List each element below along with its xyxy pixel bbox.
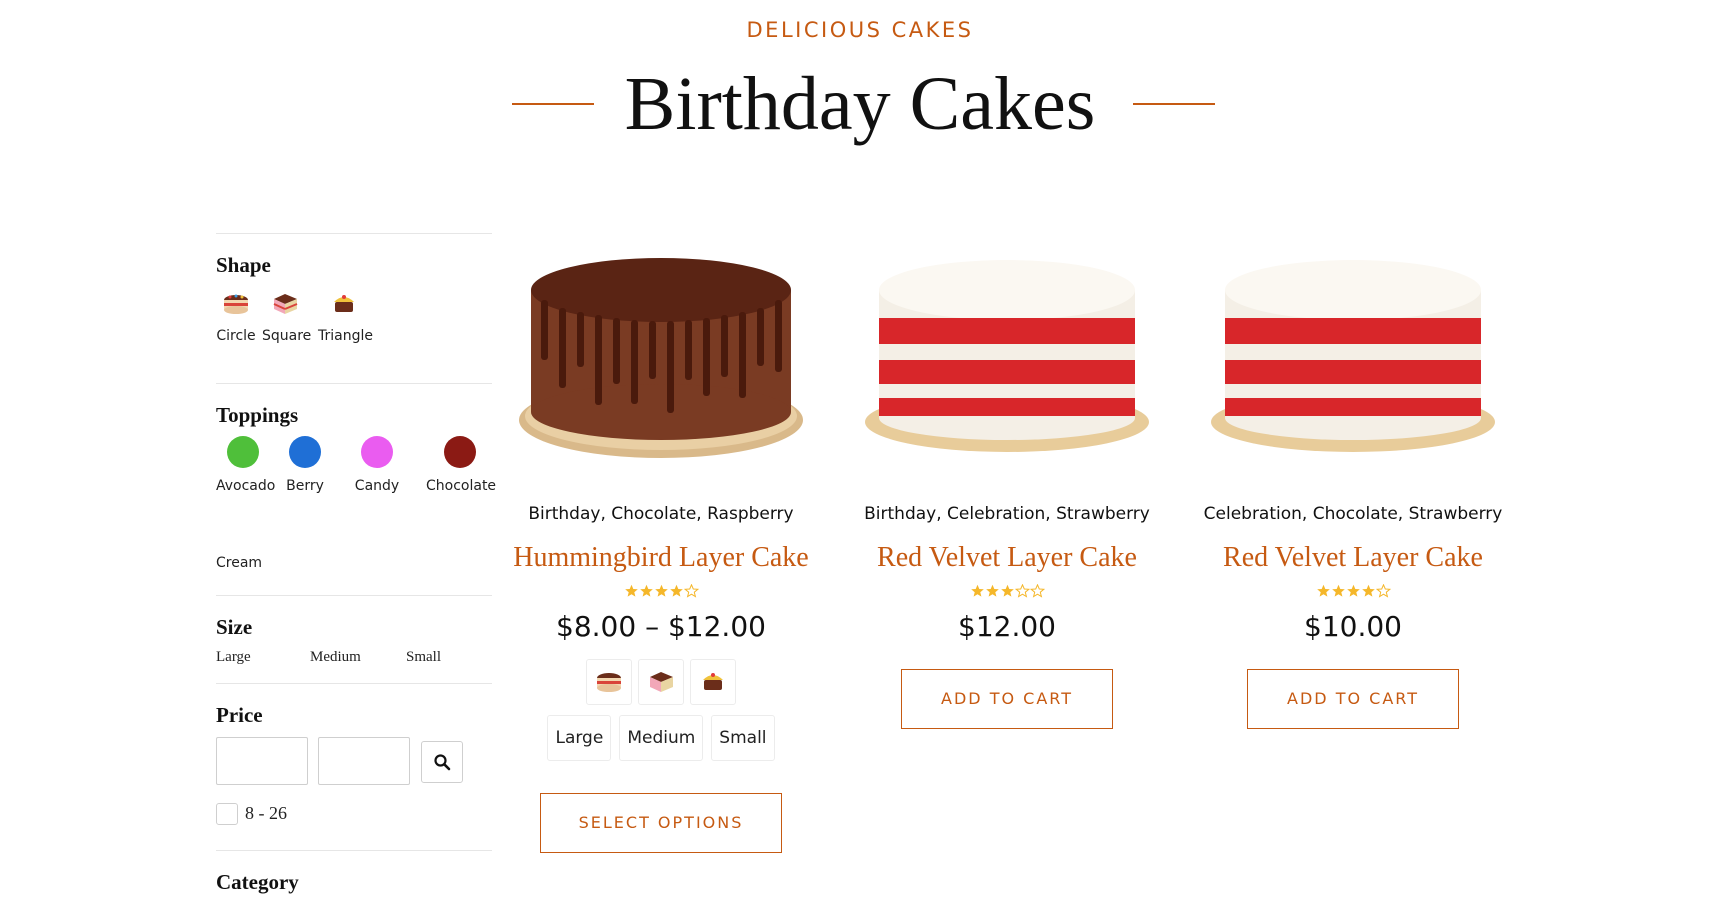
square-cake-icon <box>650 672 673 692</box>
product-card: Celebration, Chocolate, Strawberry Red V… <box>1188 240 1518 729</box>
product-price: $8.00 – $12.00 <box>556 610 766 643</box>
price-min-input[interactable] <box>216 737 308 785</box>
price-max-input[interactable] <box>318 737 410 785</box>
swatch-cream <box>222 513 254 545</box>
product-categories[interactable]: Birthday, Chocolate, Raspberry <box>496 504 826 524</box>
triangle-cake-icon <box>703 673 723 690</box>
filter-shape-circle[interactable]: Circle <box>216 290 256 344</box>
filter-shape-label: Square <box>262 328 312 344</box>
filter-size-small[interactable]: Small <box>406 649 441 666</box>
price-range-checkbox[interactable] <box>216 803 238 825</box>
filter-topping-label: Chocolate <box>426 478 497 494</box>
filter-topping-candy[interactable]: Candy <box>354 436 400 494</box>
star-empty-icon <box>683 584 699 598</box>
star-filled-icon <box>1000 584 1014 597</box>
product-card: Birthday, Celebration, Strawberry Red Ve… <box>842 240 1172 729</box>
variant-swatches <box>496 659 826 705</box>
price-range-label: 8 - 26 <box>245 803 287 823</box>
add-to-cart-button[interactable]: ADD TO CART <box>901 669 1113 729</box>
star-filled-icon <box>639 584 653 597</box>
filter-heading-size: Size <box>216 615 253 639</box>
size-chip-large[interactable]: Large <box>547 715 612 761</box>
filter-heading-toppings: Toppings <box>216 403 299 427</box>
star-filled-icon <box>624 584 638 597</box>
variant-round[interactable] <box>586 659 632 705</box>
filter-size-large[interactable]: Large <box>216 649 251 666</box>
star-filled-icon <box>1331 584 1345 597</box>
filter-topping-label: Candy <box>354 478 400 494</box>
page-title: Birthday Cakes <box>624 62 1096 146</box>
filter-shape-label: Triangle <box>318 328 373 344</box>
swatch-chocolate <box>444 436 476 468</box>
search-icon <box>434 754 451 771</box>
star-filled-icon <box>985 584 999 597</box>
add-to-cart-button[interactable]: ADD TO CART <box>1247 669 1459 729</box>
section-eyebrow: DELICIOUS CAKES <box>746 18 974 42</box>
product-title[interactable]: Red Velvet Layer Cake <box>1188 542 1518 574</box>
variant-square[interactable] <box>638 659 684 705</box>
filter-topping-cream[interactable]: Cream <box>216 513 263 571</box>
sidebar-divider <box>216 233 492 234</box>
product-title[interactable]: Red Velvet Layer Cake <box>842 542 1172 574</box>
sidebar-divider <box>216 683 492 684</box>
round-cake-icon <box>597 673 621 692</box>
product-price: $10.00 <box>1304 610 1402 643</box>
swatch-avocado <box>227 436 259 468</box>
product-categories[interactable]: Celebration, Chocolate, Strawberry <box>1188 504 1518 524</box>
star-filled-icon <box>654 584 668 597</box>
filter-heading-category: Category <box>216 870 299 894</box>
filter-topping-chocolate[interactable]: Chocolate <box>426 436 497 494</box>
red-velvet-cake-image[interactable] <box>1203 240 1503 480</box>
star-rating <box>496 584 826 602</box>
product-title[interactable]: Hummingbird Layer Cake <box>496 542 826 574</box>
star-rating <box>1188 584 1518 602</box>
star-empty-icon <box>1014 584 1030 598</box>
triangle-cake-icon <box>334 295 354 312</box>
filter-topping-berry[interactable]: Berry <box>283 436 327 494</box>
filter-shape-triangle[interactable]: Triangle <box>318 290 373 344</box>
star-filled-icon <box>1316 584 1330 597</box>
filter-shape-square[interactable]: Square <box>262 290 312 344</box>
chocolate-drip-cake-image[interactable] <box>511 240 811 480</box>
swatch-berry <box>289 436 321 468</box>
star-filled-icon <box>970 584 984 597</box>
sidebar-divider <box>216 850 492 851</box>
star-filled-icon <box>1361 584 1375 597</box>
product-categories[interactable]: Birthday, Celebration, Strawberry <box>842 504 1172 524</box>
star-empty-icon <box>1029 584 1045 598</box>
title-rule-right <box>1133 103 1215 105</box>
select-options-button[interactable]: SELECT OPTIONS <box>540 793 782 853</box>
swatch-candy <box>361 436 393 468</box>
variant-triangle[interactable] <box>690 659 736 705</box>
sidebar-divider <box>216 383 492 384</box>
price-search-button[interactable] <box>421 741 463 783</box>
filter-topping-avocado[interactable]: Avocado <box>216 436 275 494</box>
filter-shape-label: Circle <box>216 328 256 344</box>
star-empty-icon <box>1375 584 1391 598</box>
square-cake-icon <box>273 294 298 314</box>
sidebar-divider <box>216 595 492 596</box>
round-cake-icon <box>224 294 248 314</box>
filter-size-medium[interactable]: Medium <box>310 649 361 666</box>
product-card: Birthday, Chocolate, Raspberry Hummingbi… <box>496 240 826 853</box>
filter-topping-label: Cream <box>216 555 263 571</box>
filter-topping-label: Berry <box>286 478 324 494</box>
red-velvet-cake-image[interactable] <box>857 240 1157 480</box>
filter-heading-price: Price <box>216 703 263 727</box>
star-filled-icon <box>1346 584 1360 597</box>
filter-heading-shape: Shape <box>216 253 271 277</box>
size-chip-medium[interactable]: Medium <box>619 715 704 761</box>
size-swatches: Large Medium Small <box>496 715 826 761</box>
star-rating <box>842 584 1172 602</box>
star-filled-icon <box>669 584 683 597</box>
filter-topping-label: Avocado <box>216 478 276 494</box>
size-chip-small[interactable]: Small <box>711 715 775 761</box>
product-price: $12.00 <box>958 610 1056 643</box>
